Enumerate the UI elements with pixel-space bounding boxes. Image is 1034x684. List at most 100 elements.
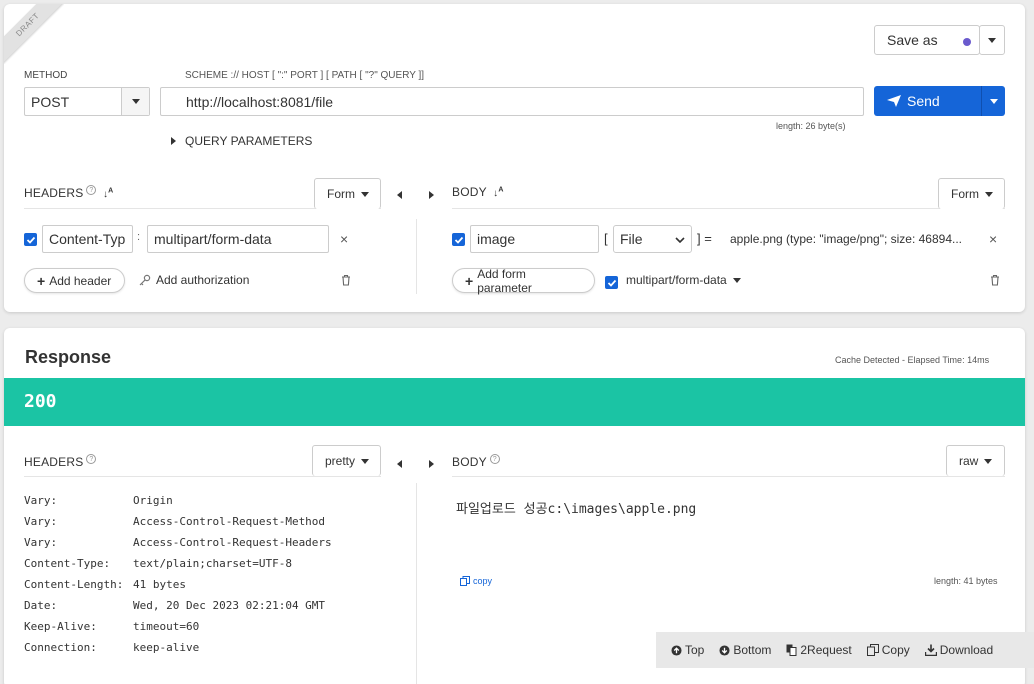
chevron-down-icon: [675, 237, 685, 243]
request-headers-title-text: HEADERS: [24, 186, 84, 200]
response-header-key: Content-Type:: [24, 557, 111, 570]
caret-left-icon: [397, 460, 402, 468]
download-button[interactable]: Download: [924, 643, 993, 657]
request-body-underline: [452, 208, 1005, 209]
to-request-label: 2Request: [800, 643, 852, 657]
plus-icon: +: [465, 272, 474, 289]
response-body-length: length: 41 bytes: [934, 576, 998, 586]
remove-header-icon[interactable]: ×: [340, 231, 348, 247]
response-body-title: BODY?: [452, 454, 500, 469]
multipart-checkbox[interactable]: [605, 276, 618, 289]
request-panel: DRAFT Save as METHOD POST SCHEME :// HOS…: [4, 4, 1025, 312]
scroll-bottom-button[interactable]: Bottom: [719, 643, 771, 657]
response-headers-format-value: pretty: [325, 454, 356, 468]
copy-body-button[interactable]: copy: [460, 576, 492, 586]
response-body-format-value: raw: [959, 454, 979, 468]
documents-icon: [786, 644, 797, 656]
status-bar: 200: [4, 378, 1025, 426]
send-label: Send: [907, 93, 940, 109]
sort-az-icon[interactable]: ↓A: [493, 187, 503, 199]
add-header-button[interactable]: + Add header: [24, 268, 125, 293]
remove-body-param-icon[interactable]: ×: [989, 231, 997, 247]
response-header-value: Origin: [133, 494, 173, 507]
body-param-enabled-checkbox[interactable]: [452, 233, 465, 246]
body-encoding-select[interactable]: multipart/form-data: [626, 273, 741, 287]
copy-response-button[interactable]: Copy: [866, 643, 910, 657]
add-form-parameter-button[interactable]: + Add form parameter: [452, 266, 595, 295]
caret-left-icon: [397, 191, 402, 199]
sort-az-icon[interactable]: ↓A: [103, 188, 113, 200]
chevron-down-icon: [989, 98, 998, 104]
chevron-down-icon: [984, 458, 993, 464]
send-options-button[interactable]: [981, 86, 1005, 116]
url-input[interactable]: http://localhost:8081/file: [160, 87, 864, 116]
help-icon[interactable]: ?: [489, 454, 500, 464]
scroll-top-button[interactable]: Top: [671, 643, 704, 657]
copy-label: Copy: [881, 643, 910, 657]
response-header-value: Access-Control-Request-Method: [133, 515, 326, 528]
method-value: POST: [31, 93, 70, 110]
response-header-key: Connection:: [24, 641, 97, 654]
response-body-underline: [452, 476, 1005, 477]
to-request-button[interactable]: 2Request: [786, 643, 852, 657]
header-name-input[interactable]: Content-Typ: [42, 225, 133, 253]
body-param-type-select[interactable]: File: [613, 225, 692, 253]
send-button[interactable]: Send: [874, 86, 981, 116]
response-header-value: text/plain;charset=UTF-8: [133, 557, 292, 570]
response-headers-title: HEADERS?: [24, 454, 97, 469]
save-as-label: Save as: [887, 32, 938, 48]
response-header-value: 41 bytes: [133, 578, 186, 591]
delete-all-body-params-icon[interactable]: [990, 274, 1000, 289]
request-split-divider: [416, 219, 417, 294]
bottom-label: Bottom: [733, 643, 772, 657]
body-encoding-value: multipart/form-data: [626, 273, 727, 287]
collapse-right-button[interactable]: [429, 456, 434, 471]
collapse-right-button[interactable]: [429, 187, 434, 202]
chevron-down-icon: [131, 99, 140, 104]
add-form-parameter-label: Add form parameter: [477, 266, 532, 295]
check-icon: [454, 236, 463, 244]
add-authorization-button[interactable]: Add authorization: [139, 273, 249, 287]
response-header-row: Vary: Access-Control-Request-Headers: [24, 532, 332, 553]
query-parameters-toggle[interactable]: QUERY PARAMETERS: [171, 134, 312, 148]
save-as-button[interactable]: Save as: [874, 25, 980, 55]
download-icon: [924, 644, 937, 656]
help-icon[interactable]: ?: [86, 185, 97, 195]
method-select[interactable]: POST: [24, 87, 150, 116]
response-header-row: Connection: keep-alive: [24, 637, 199, 658]
body-param-file-value: apple.png (type: "image/png"; size: 4689…: [730, 232, 963, 246]
request-headers-format-select[interactable]: Form: [314, 178, 381, 209]
response-panel: Response Cache Detected - Elapsed Time: …: [4, 328, 1025, 684]
save-as-dropdown-button[interactable]: [979, 25, 1005, 55]
key-icon: [139, 274, 151, 286]
draft-label: DRAFT: [4, 4, 64, 64]
plus-icon: +: [37, 272, 46, 289]
response-body-text: 파일업로드 성공c:\images\apple.png: [456, 502, 697, 517]
response-header-key: Date:: [24, 599, 58, 612]
response-body-format-select[interactable]: raw: [946, 445, 1005, 476]
header-enabled-checkbox[interactable]: [24, 233, 37, 246]
delete-all-headers-icon[interactable]: [341, 274, 351, 289]
method-dropdown-toggle[interactable]: [121, 88, 149, 115]
response-header-row: Keep-Alive: timeout=60: [24, 616, 199, 637]
body-param-type-value: File: [620, 231, 643, 247]
response-headers-format-select[interactable]: pretty: [312, 445, 381, 476]
collapse-left-button[interactable]: [397, 187, 402, 202]
draft-ribbon: DRAFT: [4, 4, 64, 64]
request-body-format-select[interactable]: Form: [938, 178, 1005, 209]
response-split-divider: [416, 483, 417, 684]
chevron-down-icon: [732, 277, 741, 283]
response-title: Response: [25, 347, 112, 367]
send-icon: [887, 95, 901, 107]
response-toolbar: Top Bottom 2Request Copy Download: [656, 632, 1034, 668]
collapse-left-button[interactable]: [397, 456, 402, 471]
header-value-input[interactable]: multipart/form-data: [147, 225, 329, 253]
request-body-format-value: Form: [951, 187, 979, 201]
response-header-key: Vary:: [24, 515, 58, 528]
top-label: Top: [685, 643, 705, 657]
help-icon[interactable]: ?: [86, 454, 97, 464]
response-header-key: Content-Length:: [24, 578, 124, 591]
response-body-title-text: BODY: [452, 455, 487, 469]
caret-right-icon: [429, 460, 434, 468]
body-param-name-input[interactable]: image: [470, 225, 599, 253]
